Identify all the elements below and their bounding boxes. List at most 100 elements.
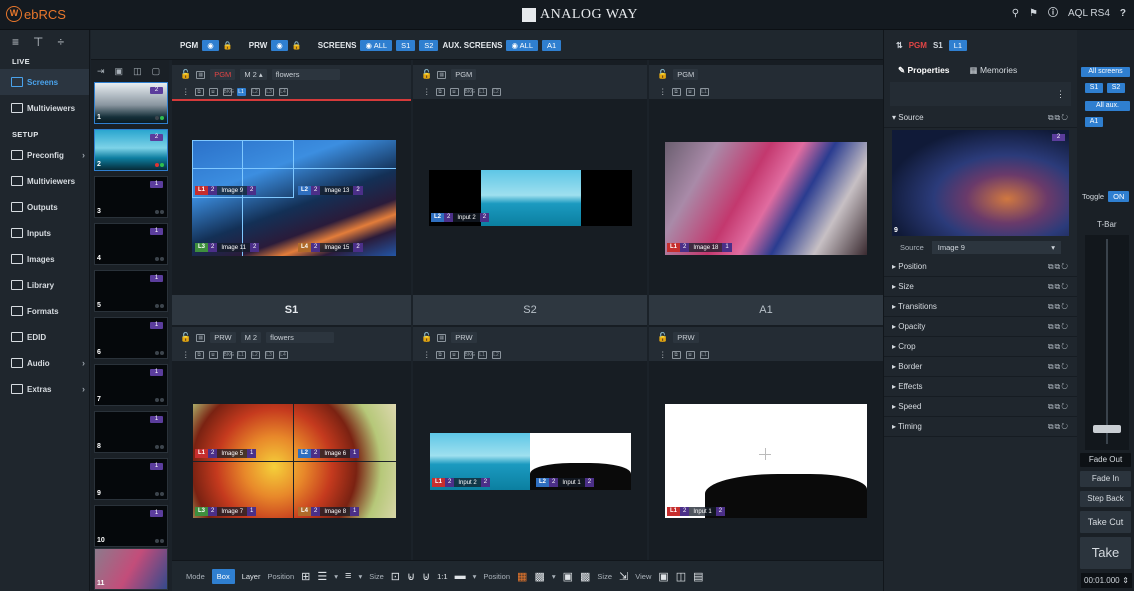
more-icon[interactable]: ⋮ (182, 87, 190, 96)
more-icon[interactable]: ⋮ (423, 350, 431, 359)
prop-actions[interactable]: ⧉⧉↻ (1048, 262, 1069, 272)
prop-actions[interactable]: ⧉⧉↻ (1048, 282, 1069, 292)
expand-icon[interactable]: ⊍ (422, 570, 430, 583)
align-icon[interactable]: ⊤ (33, 35, 43, 49)
divide-icon[interactable]: ÷ (57, 35, 64, 49)
layer-tag[interactable]: L1 2 Input 22 (432, 478, 491, 487)
fade-in-button[interactable]: Fade In (1080, 471, 1131, 487)
prop-crop[interactable]: ▸ Crop ⧉⧉↻ (884, 337, 1077, 357)
step-back-button[interactable]: Step Back (1080, 491, 1131, 507)
s1-prw-canvas[interactable] (193, 404, 396, 518)
cursor-icon[interactable]: ⇲ (619, 570, 628, 583)
prop-actions[interactable]: ⧉⧉↻ (1048, 322, 1069, 332)
layer-l1-button[interactable]: L1 (477, 87, 487, 96)
grid-icon[interactable]: ◫ (133, 66, 142, 77)
layer-tag[interactable]: L1 2 Image 92 (195, 186, 257, 195)
stepper-icon[interactable]: ⇕ (1122, 573, 1129, 588)
nav-item-library[interactable]: Library (0, 272, 89, 298)
layer-l2-button[interactable]: L2 (250, 350, 260, 359)
layer-l2-button[interactable]: L2 (250, 87, 260, 96)
layout-icon[interactable]: ▦ (196, 70, 206, 79)
thumbnail-item[interactable]: 41 (94, 223, 168, 265)
nav-item-multiviewers-live[interactable]: Multiviewers (0, 95, 89, 121)
paste-icon[interactable]: ⧈ (449, 350, 459, 359)
all-aux-button[interactable]: All aux. (1085, 101, 1130, 111)
bkg-button[interactable]: BKG (463, 87, 475, 96)
more-icon[interactable]: ⋮ (182, 350, 190, 359)
far-s1-button[interactable]: S1 (1085, 83, 1103, 93)
search-icon[interactable]: ⚲ (1012, 8, 1019, 19)
fit-icon[interactable]: ⊡ (391, 570, 400, 583)
tab-properties[interactable]: ✎ Properties (898, 65, 950, 76)
prop-timing[interactable]: ▸ Timing ⧉⧉↻ (884, 417, 1077, 437)
thumbnail-item[interactable]: 81 (94, 411, 168, 453)
memory-selector[interactable]: M 2 ▴ (240, 69, 267, 80)
source-select[interactable]: Image 9 ▾ (931, 241, 1061, 254)
nav-item-images[interactable]: Images (0, 246, 89, 272)
all-screens-button[interactable]: All screens (1081, 67, 1130, 77)
layer-l1-button[interactable]: L1 (236, 87, 246, 96)
prop-border[interactable]: ▸ Border ⧉⧉↻ (884, 357, 1077, 377)
prw-eye-toggle[interactable]: ◉ (271, 40, 288, 51)
a1-pgm-canvas[interactable] (665, 142, 867, 255)
pgm-eye-toggle[interactable]: ◉ (202, 40, 219, 51)
paste-icon[interactable]: ⧈ (685, 87, 695, 96)
layer-l4-button[interactable]: L4 (278, 350, 288, 359)
prop-actions[interactable]: ⧉⧉↻ (1048, 422, 1069, 432)
more-icon[interactable]: ⋮ (423, 87, 431, 96)
memory-selector[interactable]: M 2 (240, 332, 262, 343)
lock-icon[interactable]: 🔓 (421, 332, 432, 343)
nav-item-formats[interactable]: Formats (0, 298, 89, 324)
layer-l3-button[interactable]: L3 (264, 87, 274, 96)
mode-box-button[interactable]: Box (211, 568, 235, 584)
far-s2-button[interactable]: S2 (1107, 83, 1125, 93)
fill-icon[interactable]: ▬ (455, 570, 466, 582)
far-a1-button[interactable]: A1 (1085, 117, 1103, 127)
lock-icon[interactable]: 🔓 (421, 69, 432, 80)
bell-icon[interactable]: ⚑ (1029, 8, 1038, 19)
layer-l1-button[interactable]: L1 (699, 87, 709, 96)
nav-item-audio[interactable]: Audio › (0, 350, 89, 376)
thumbnail-item[interactable]: 31 (94, 176, 168, 218)
prop-actions[interactable]: ⧉⧉↻ (1048, 362, 1069, 372)
paste-icon[interactable]: ⧈ (208, 350, 218, 359)
prop-actions[interactable]: ⧉⧉↻ (1048, 382, 1069, 392)
center-icon[interactable]: ▣ (563, 570, 573, 583)
view-split-icon[interactable]: ◫ (676, 570, 686, 583)
layer-tag[interactable]: L1 2 Input 12 (667, 507, 726, 516)
fade-out-button[interactable]: Fade Out (1080, 453, 1131, 467)
ratio-button[interactable]: 1:1 (437, 572, 447, 581)
layer-tag[interactable]: L2 2 Image 61 (298, 449, 360, 458)
layer-tag[interactable]: L2 2 Image 13 2 (298, 186, 363, 195)
chevron-down-icon[interactable]: ▾ (473, 572, 477, 581)
bkg-button[interactable]: BKG (222, 350, 234, 359)
toggle-switch[interactable]: ON (1108, 191, 1130, 202)
layout-icon[interactable]: ▦ (437, 333, 447, 342)
bkg-button[interactable]: BKG (222, 87, 234, 96)
nav-item-edid[interactable]: EDID (0, 324, 89, 350)
nav-item-extras[interactable]: Extras › (0, 376, 89, 402)
layout-icon[interactable]: ▦ (437, 70, 447, 79)
layer-tag[interactable]: L2 2 Input 12 (536, 478, 595, 487)
s1-pgm-canvas[interactable] (192, 140, 396, 256)
layer-l1-button[interactable]: L1 (236, 350, 246, 359)
prop-opacity[interactable]: ▸ Opacity ⧉⧉↻ (884, 317, 1077, 337)
copy-icon[interactable]: ⧉ (194, 87, 204, 96)
layer-l1-button[interactable]: L1 (699, 350, 709, 359)
thumbnail-item[interactable]: 22 (94, 129, 168, 171)
layer-tag[interactable]: L3 2 Image 71 (195, 507, 257, 516)
layer-tag[interactable]: L2 2 Input 22 (431, 213, 490, 222)
chevron-down-icon[interactable]: ▾ (358, 572, 362, 581)
align-icon[interactable]: ≡ (345, 570, 351, 582)
take-cut-button[interactable]: Take Cut (1080, 511, 1131, 533)
lock-icon[interactable]: 🔒 (223, 41, 233, 50)
layer-l2-button[interactable]: L2 (491, 87, 501, 96)
layer-tag[interactable]: L1 2 Image 51 (195, 449, 257, 458)
copy-icon[interactable]: ⧉ (671, 87, 681, 96)
info-icon[interactable]: ⓘ (1048, 8, 1058, 19)
view-image-icon[interactable]: ▣ (658, 570, 668, 583)
view-layers-icon[interactable]: ▤ (693, 570, 703, 583)
screen-s2-button[interactable]: S2 (419, 40, 439, 51)
aux-a1-button[interactable]: A1 (542, 40, 562, 51)
layer-l1-button[interactable]: L1 (477, 350, 487, 359)
